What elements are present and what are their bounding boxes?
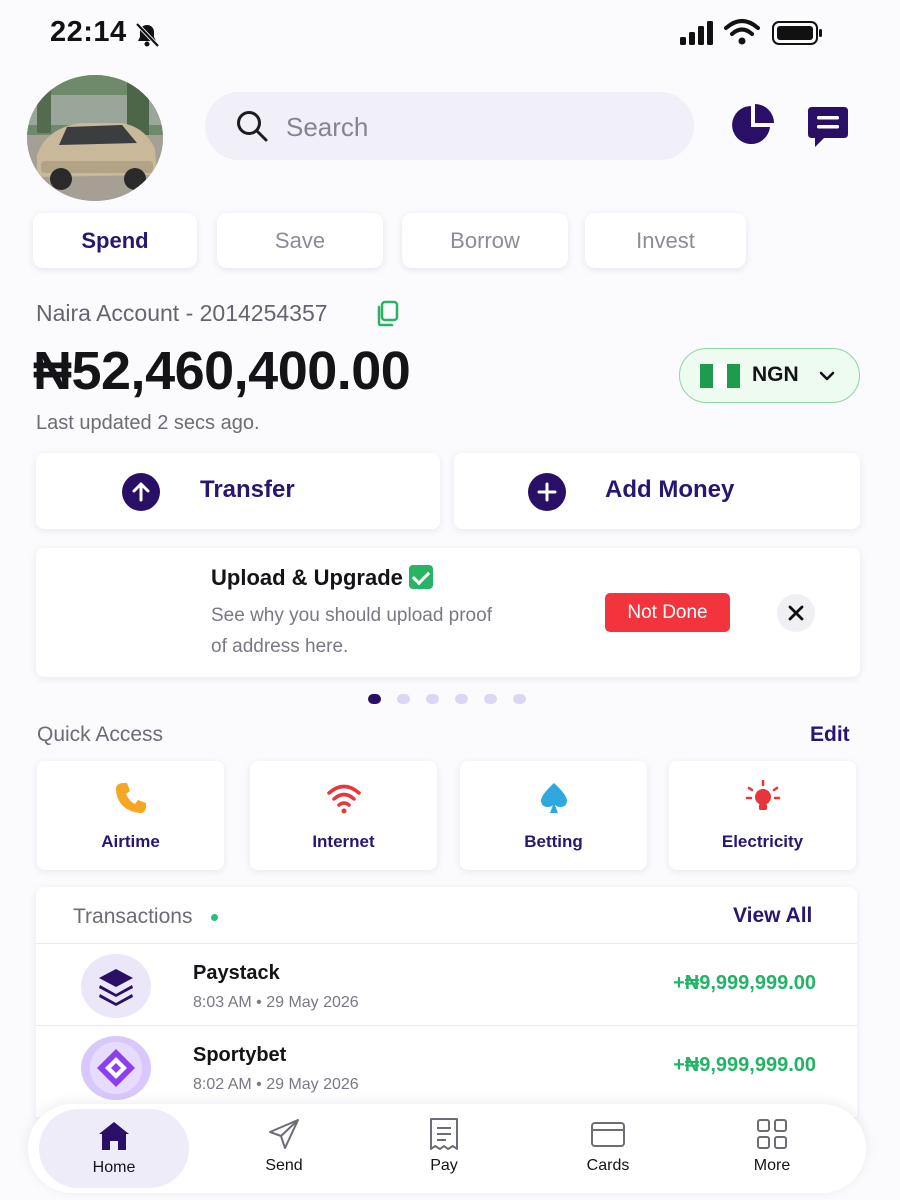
- banner-description: See why you should upload proof of addre…: [211, 605, 492, 657]
- send-icon: [269, 1119, 299, 1149]
- close-icon: [788, 605, 804, 621]
- grid-icon: [757, 1119, 787, 1149]
- transactions-panel: Transactions View All Paystack 8:03 AM •…: [36, 887, 857, 1117]
- currency-code: NGN: [752, 363, 799, 386]
- nav-more[interactable]: More: [697, 1104, 847, 1193]
- nav-cards[interactable]: Cards: [533, 1104, 683, 1193]
- carousel-dot[interactable]: [484, 694, 497, 704]
- account-balance: ₦52,460,400.00: [33, 341, 411, 401]
- transaction-time: 8:02 AM • 29 May 2026: [193, 1076, 359, 1093]
- layers-icon: [99, 969, 133, 1006]
- chat-icon[interactable]: [806, 104, 850, 150]
- quick-access-betting[interactable]: Betting: [460, 761, 647, 870]
- quick-access-label: Airtime: [101, 832, 160, 851]
- signal-icon: [680, 21, 713, 45]
- nav-label: Pay: [430, 1157, 458, 1174]
- bottom-nav: Home Send Pay Cards More: [28, 1104, 866, 1193]
- transaction-row[interactable]: Paystack 8:03 AM • 29 May 2026 +₦9,999,9…: [36, 943, 857, 1025]
- nav-label: Home: [92, 1159, 136, 1176]
- wifi-icon: [326, 784, 361, 814]
- phone-icon: [115, 783, 146, 813]
- avatar-car-image: [27, 75, 163, 201]
- account-label: Naira Account - 2014254357: [36, 300, 328, 326]
- quick-access-edit-link[interactable]: Edit: [810, 723, 850, 747]
- tab-invest[interactable]: Invest: [585, 213, 746, 268]
- carousel-dot[interactable]: [455, 694, 468, 704]
- nav-label: Cards: [586, 1157, 630, 1174]
- status-time: 22:14: [50, 16, 127, 48]
- carousel-dot[interactable]: [397, 694, 410, 704]
- sportybet-logo: [81, 1036, 151, 1100]
- spade-icon: [540, 783, 567, 813]
- live-indicator: [211, 914, 218, 921]
- quick-access-electricity[interactable]: Electricity: [669, 761, 856, 870]
- quick-access-label: Electricity: [721, 832, 804, 851]
- transaction-time: 8:03 AM • 29 May 2026: [193, 994, 359, 1011]
- upgrade-banner[interactable]: Upload & Upgrade See why you should uplo…: [36, 548, 860, 677]
- plus-icon: [528, 473, 566, 511]
- quick-access-label: Internet: [312, 832, 375, 851]
- nav-label: More: [753, 1157, 791, 1174]
- arrow-up-icon: [122, 473, 160, 511]
- transaction-row[interactable]: Sportybet 8:02 AM • 29 May 2026 +₦9,999,…: [36, 1025, 857, 1107]
- add-money-button[interactable]: Add Money: [454, 453, 860, 529]
- bulb-icon: [745, 780, 780, 810]
- tab-save[interactable]: Save: [217, 213, 383, 268]
- bell-muted-icon: [135, 22, 160, 48]
- transaction-name: Sportybet: [193, 1044, 287, 1066]
- quick-access-title: Quick Access: [37, 723, 164, 746]
- tab-spend[interactable]: Spend: [33, 213, 197, 268]
- home-icon: [99, 1122, 129, 1150]
- transaction-amount: +₦9,999,999.00: [673, 1054, 816, 1076]
- receipt-icon: [430, 1118, 458, 1150]
- nigeria-flag-icon: [700, 364, 740, 388]
- carousel-dot[interactable]: [426, 694, 439, 704]
- add-money-label: Add Money: [605, 476, 735, 503]
- nav-home[interactable]: Home: [39, 1109, 189, 1188]
- banner-title: Upload & Upgrade: [211, 565, 433, 591]
- paystack-logo: [81, 954, 151, 1018]
- avatar[interactable]: [27, 75, 163, 201]
- copy-icon[interactable]: [374, 300, 400, 328]
- view-all-link[interactable]: View All: [733, 904, 812, 928]
- battery-icon: [772, 21, 822, 45]
- carousel-dots: [368, 694, 526, 704]
- quick-access-label: Betting: [524, 832, 583, 851]
- search-icon: [237, 111, 268, 142]
- transactions-title: Transactions: [73, 905, 193, 928]
- currency-selector[interactable]: NGN: [679, 348, 860, 403]
- search-input[interactable]: Search: [286, 112, 368, 143]
- nav-label: Send: [265, 1157, 303, 1174]
- diamond-icon: [90, 1042, 142, 1094]
- pie-chart-icon[interactable]: [730, 102, 776, 148]
- carousel-dot[interactable]: [368, 694, 381, 704]
- check-mark-icon: [408, 565, 433, 589]
- wifi-status-icon: [724, 19, 760, 45]
- carousel-dot[interactable]: [513, 694, 526, 704]
- transfer-label: Transfer: [200, 476, 295, 503]
- transfer-button[interactable]: Transfer: [36, 453, 440, 529]
- tab-borrow[interactable]: Borrow: [402, 213, 568, 268]
- card-icon: [591, 1122, 625, 1147]
- chevron-down-icon: [819, 371, 835, 381]
- last-updated: Last updated 2 secs ago.: [36, 412, 260, 434]
- nav-pay[interactable]: Pay: [369, 1104, 519, 1193]
- status-badge[interactable]: Not Done: [605, 593, 730, 632]
- quick-access-airtime[interactable]: Airtime: [37, 761, 224, 870]
- search-bar[interactable]: Search: [205, 92, 694, 160]
- transaction-name: Paystack: [193, 962, 280, 984]
- transaction-amount: +₦9,999,999.00: [673, 972, 816, 994]
- close-button[interactable]: [777, 594, 815, 632]
- quick-access-internet[interactable]: Internet: [250, 761, 437, 870]
- nav-send[interactable]: Send: [209, 1104, 359, 1193]
